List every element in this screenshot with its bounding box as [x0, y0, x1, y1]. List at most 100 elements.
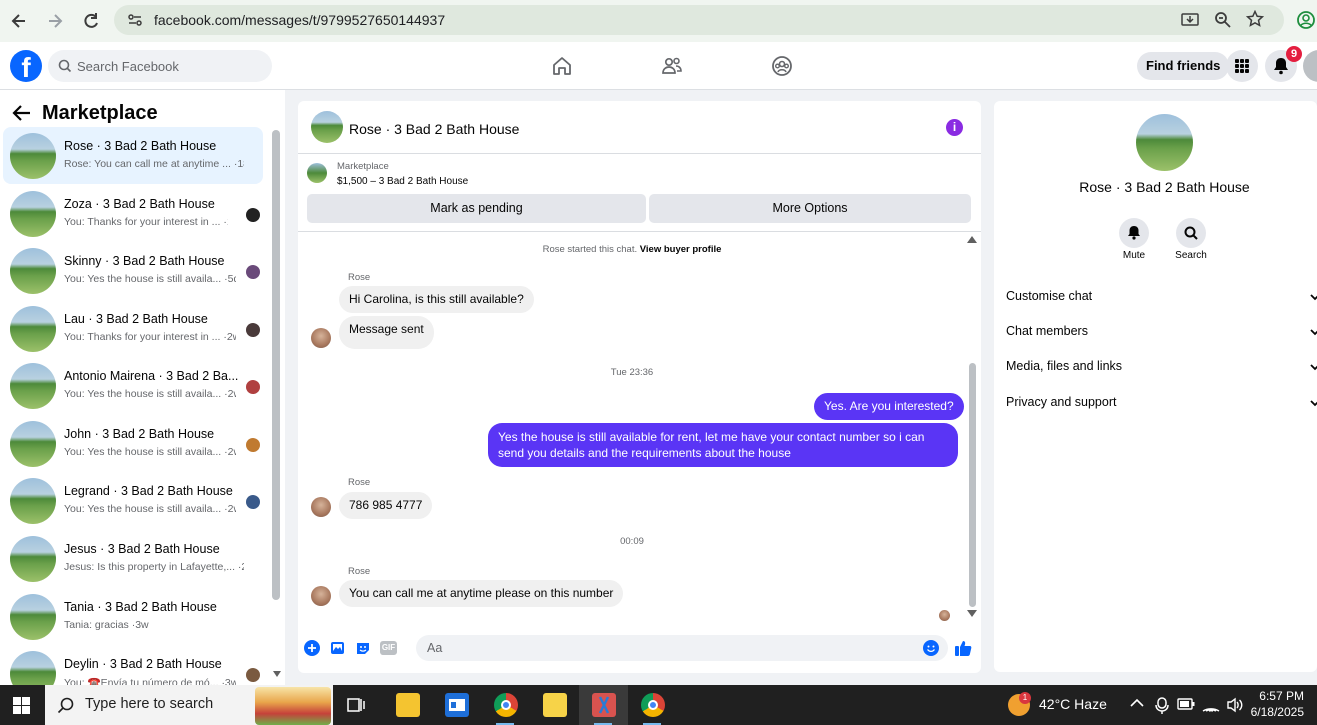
sticky-notes-icon[interactable] — [543, 693, 567, 717]
thread-list-scrollbar[interactable] — [272, 130, 280, 600]
thread-item-antonio[interactable]: Antonio Mairena · 3 Bad 2 Ba... You: Yes… — [3, 357, 263, 414]
sender-avatar[interactable] — [311, 497, 331, 517]
thread-item-skinny[interactable]: Skinny · 3 Bad 2 Bath House You: Yes the… — [3, 242, 263, 299]
outgoing-message[interactable]: Yes the house is still available for ren… — [488, 423, 958, 467]
back-arrow-icon[interactable] — [9, 11, 29, 31]
marketplace-label: Marketplace — [337, 161, 389, 172]
snipping-tool-icon[interactable] — [592, 693, 616, 717]
thread-preview: You: Yes the house is still availa... ·2… — [64, 388, 236, 400]
zoom-icon[interactable] — [1214, 11, 1232, 29]
thread-name: Lau · 3 Bad 2 Bath House — [64, 312, 208, 326]
incoming-message[interactable]: Message sent — [339, 316, 434, 349]
more-options-button[interactable]: More Options — [649, 194, 971, 223]
task-view-icon[interactable] — [347, 696, 365, 714]
chat-avatar[interactable] — [311, 111, 343, 143]
listing-title[interactable]: $1,500 – 3 Bad 2 Bath House — [337, 176, 468, 187]
facebook-header: f Search Facebook Find friends 9 — [0, 42, 1317, 90]
plus-icon[interactable] — [304, 640, 320, 656]
chevron-down-icon[interactable] — [1310, 398, 1317, 408]
menu-grid-button[interactable] — [1226, 50, 1258, 82]
meet-now-icon[interactable] — [1154, 696, 1170, 714]
incoming-message[interactable]: Hi Carolina, is this still available? — [339, 286, 534, 313]
site-settings-icon[interactable] — [127, 12, 143, 28]
listing-avatar[interactable] — [1136, 114, 1193, 171]
media-files-links-section[interactable]: Media, files and links — [1006, 359, 1122, 373]
search-label: Search — [1175, 250, 1207, 261]
weather-text[interactable]: 42°C Haze — [1039, 696, 1107, 712]
chat-title[interactable]: Rose · 3 Bad 2 Bath House — [349, 121, 519, 137]
chrome-profile-icon[interactable] — [641, 693, 665, 717]
notification-count-badge: 9 — [1286, 46, 1302, 62]
privacy-support-section[interactable]: Privacy and support — [1006, 395, 1116, 409]
thread-name: Skinny · 3 Bad 2 Bath House — [64, 254, 225, 268]
customise-chat-section[interactable]: Customise chat — [1006, 289, 1092, 303]
listing-avatar — [10, 306, 56, 352]
chevron-down-icon[interactable] — [1310, 362, 1317, 372]
emoji-icon[interactable] — [923, 640, 939, 656]
seen-avatar — [246, 208, 260, 222]
forward-arrow-icon[interactable] — [45, 11, 65, 31]
message-input[interactable]: Aa — [416, 635, 948, 661]
sender-avatar[interactable] — [311, 328, 331, 348]
reload-icon[interactable] — [81, 11, 101, 31]
volume-icon[interactable] — [1226, 697, 1244, 713]
app-window-icon[interactable] — [445, 693, 469, 717]
incoming-message[interactable]: You can call me at anytime please on thi… — [339, 580, 624, 607]
account-avatar[interactable] — [1303, 50, 1317, 82]
home-icon[interactable] — [551, 55, 573, 77]
groups-icon[interactable] — [771, 55, 793, 77]
thread-item-tania[interactable]: Tania · 3 Bad 2 Bath House Tania: gracia… — [3, 588, 263, 645]
scroll-down-icon[interactable] — [273, 671, 281, 677]
thread-name: Antonio Mairena · 3 Bad 2 Ba... — [64, 369, 239, 383]
thread-item-zoza[interactable]: Zoza · 3 Bad 2 Bath House You: Thanks fo… — [3, 185, 263, 242]
facebook-search-input[interactable]: Search Facebook — [48, 50, 272, 82]
mute-button[interactable] — [1119, 218, 1149, 248]
taskbar-search-box[interactable]: Type here to search — [45, 685, 333, 725]
thread-item-john[interactable]: John · 3 Bad 2 Bath House You: Yes the h… — [3, 415, 263, 472]
search-in-chat-button[interactable] — [1176, 218, 1206, 248]
bookmark-star-icon[interactable] — [1246, 10, 1264, 28]
mark-as-pending-button[interactable]: Mark as pending — [307, 194, 646, 223]
chrome-icon[interactable] — [494, 693, 518, 717]
thumbs-up-icon[interactable] — [954, 639, 972, 657]
back-arrow-icon[interactable] — [12, 104, 32, 122]
url-text[interactable]: facebook.com/messages/t/9799527650144937 — [154, 12, 445, 28]
weather-icon[interactable]: 1 — [1008, 692, 1031, 716]
outgoing-message[interactable]: Yes. Are you interested? — [814, 393, 964, 420]
chevron-down-icon[interactable] — [1310, 292, 1317, 302]
chat-scrollbar[interactable] — [969, 363, 976, 607]
thread-item-jesus[interactable]: Jesus · 3 Bad 2 Bath House Jesus: Is thi… — [3, 530, 263, 587]
wifi-icon[interactable] — [1202, 697, 1220, 713]
facebook-logo-icon[interactable]: f — [10, 50, 42, 82]
friends-icon[interactable] — [661, 55, 683, 77]
photo-icon[interactable] — [330, 640, 346, 656]
profile-icon[interactable] — [1296, 10, 1316, 30]
battery-icon[interactable] — [1177, 698, 1195, 710]
gif-icon[interactable]: GIF — [380, 641, 397, 655]
scroll-up-icon[interactable] — [967, 236, 977, 243]
chat-members-section[interactable]: Chat members — [1006, 324, 1088, 338]
chevron-up-icon[interactable] — [1130, 698, 1144, 708]
sender-avatar[interactable] — [311, 586, 331, 606]
thread-preview: Rose: You can call me at anytime ... ·18… — [64, 158, 244, 170]
info-icon[interactable]: i — [946, 119, 963, 136]
clock-time: 6:57 PM — [1259, 689, 1304, 703]
scroll-down-icon[interactable] — [967, 610, 977, 617]
incoming-message[interactable]: 786 985 4777 — [339, 492, 433, 519]
thread-item-lau[interactable]: Lau · 3 Bad 2 Bath House You: Thanks for… — [3, 300, 263, 357]
listing-thumbnail[interactable] — [307, 163, 327, 183]
thread-item-legrand[interactable]: Legrand · 3 Bad 2 Bath House You: Yes th… — [3, 472, 263, 529]
marketplace-thread-list: Marketplace Rose · 3 Bad 2 Bath House Ro… — [0, 90, 285, 697]
chevron-down-icon[interactable] — [1310, 327, 1317, 337]
file-explorer-icon[interactable] — [396, 693, 420, 717]
find-friends-button[interactable]: Find friends — [1137, 52, 1230, 80]
view-buyer-profile-link[interactable]: View buyer profile — [640, 244, 722, 255]
clock[interactable]: 6:57 PM 6/18/2025 — [1248, 688, 1304, 720]
thread-item-rose[interactable]: Rose · 3 Bad 2 Bath House Rose: You can … — [3, 127, 263, 184]
windows-start-icon[interactable] — [13, 697, 30, 714]
sticker-icon[interactable] — [355, 640, 371, 656]
seen-avatar — [246, 323, 260, 337]
search-icon — [58, 59, 72, 73]
install-app-icon[interactable] — [1181, 11, 1199, 29]
thread-preview: You: Thanks for your interest in ... ·2w — [64, 331, 236, 343]
